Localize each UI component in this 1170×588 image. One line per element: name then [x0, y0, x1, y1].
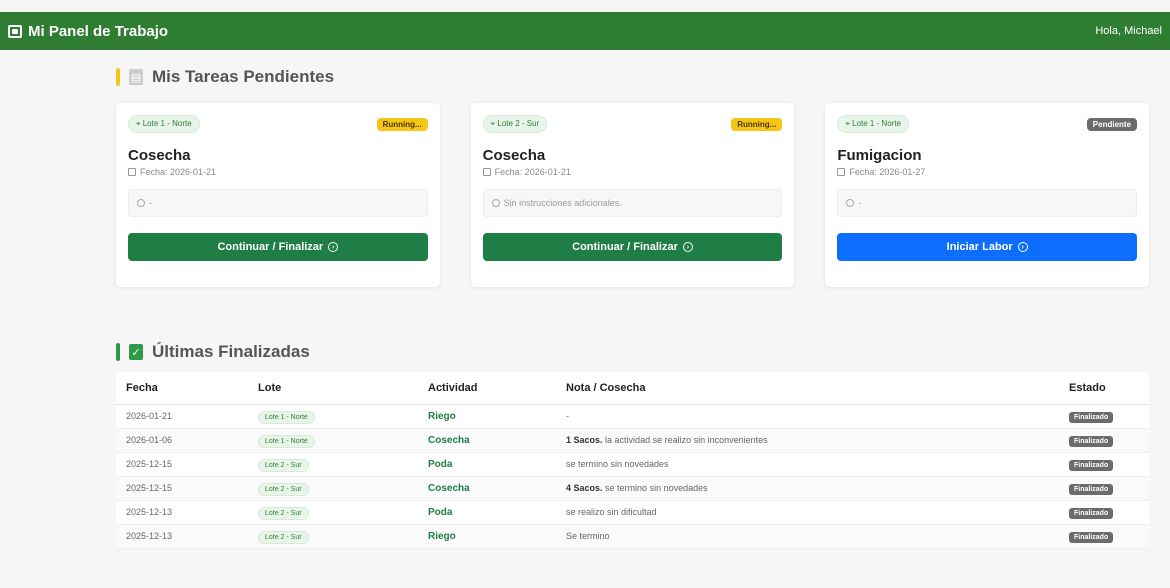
- task-card: ⌖ Lote 1 - Norte Pendiente Fumigacion Fe…: [825, 103, 1150, 287]
- task-date: Fecha: 2026-01-21: [482, 167, 783, 177]
- row-date: 2026-01-06: [116, 428, 248, 453]
- task-title: Cosecha: [482, 147, 546, 164]
- check-square-icon: ✓: [129, 344, 143, 360]
- table-row: 2025-12-15 Lote 2 - Sur Poda se termino …: [116, 452, 1149, 477]
- row-note: Se termino: [556, 524, 1059, 549]
- location-badge: ⌖ Lote 1 - Norte: [837, 115, 909, 133]
- table-row: 2025-12-13 Lote 2 - Sur Poda se realizo …: [116, 500, 1149, 525]
- row-date: 2026-01-21: [116, 404, 248, 429]
- task-note: Sin instrucciones adicionales.: [482, 189, 783, 217]
- lote-badge: Lote 2 - Sur: [258, 483, 309, 496]
- lote-badge: Lote 2 - Sur: [258, 459, 309, 472]
- table-row: 2026-01-21 Lote 1 - Norte Riego - Finali…: [116, 404, 1149, 429]
- task-title: Fumigacion: [837, 147, 922, 164]
- row-date: 2025-12-13: [116, 524, 248, 549]
- row-status: Finalizado: [1059, 404, 1149, 429]
- heading-accent-bar: [116, 68, 120, 86]
- table-header-row: Fecha Lote Actividad Nota / Cosecha Esta…: [116, 372, 1149, 405]
- arrow-circle-icon: ›: [328, 242, 339, 252]
- finished-badge: Finalizado: [1069, 460, 1114, 471]
- row-activity: Cosecha: [418, 476, 556, 501]
- brand[interactable]: Mi Panel de Trabajo: [8, 23, 168, 40]
- finished-badge: Finalizado: [1069, 484, 1114, 495]
- task-card: ⌖ Lote 1 - Norte Running... Cosecha Fech…: [116, 103, 440, 287]
- row-date: 2025-12-13: [116, 500, 248, 525]
- lote-badge: Lote 1 - Norte: [258, 435, 315, 448]
- row-activity: Poda: [418, 500, 556, 525]
- column-header-lote: Lote: [248, 372, 418, 405]
- lote-badge: Lote 2 - Sur: [258, 531, 309, 544]
- column-header-date: Fecha: [116, 372, 248, 405]
- location-badge: ⌖ Lote 1 - Norte: [128, 115, 200, 133]
- row-activity: Riego: [418, 524, 556, 549]
- location-badge: ⌖ Lote 2 - Sur: [482, 115, 548, 133]
- table-row: 2026-01-06 Lote 1 - Norte Cosecha 1 Saco…: [116, 428, 1149, 453]
- task-card: ⌖ Lote 2 - Sur Running... Cosecha Fecha:…: [470, 103, 795, 287]
- task-note: -: [837, 189, 1138, 217]
- row-activity: Riego: [418, 404, 556, 429]
- row-date: 2025-12-15: [116, 476, 248, 501]
- finished-badge: Finalizado: [1069, 436, 1114, 447]
- pending-tasks-cards: ⌖ Lote 1 - Norte Running... Cosecha Fech…: [116, 103, 1150, 287]
- row-lote: Lote 2 - Sur: [248, 500, 418, 525]
- arrow-circle-icon: ›: [682, 242, 693, 252]
- brand-title: Mi Panel de Trabajo: [28, 22, 169, 40]
- calendar-icon: [128, 168, 136, 176]
- info-icon: [137, 199, 145, 207]
- row-date: 2025-12-15: [116, 452, 248, 477]
- row-lote: Lote 1 - Norte: [248, 428, 418, 453]
- status-badge: Running...: [731, 117, 783, 131]
- status-badge: Pendiente: [1086, 117, 1138, 131]
- row-activity: Cosecha: [418, 428, 556, 453]
- column-header-status: Estado: [1059, 372, 1149, 405]
- id-card-icon: [8, 24, 22, 38]
- task-note: -: [128, 189, 428, 217]
- clipboard-icon: ▤: [129, 69, 143, 85]
- task-title: Cosecha: [128, 147, 191, 164]
- row-status: Finalizado: [1059, 428, 1149, 453]
- calendar-icon: [837, 168, 846, 176]
- finished-heading: ✓ Últimas Finalizadas: [116, 342, 310, 362]
- row-note: 1 Sacos. la actividad se realizo sin inc…: [556, 428, 1059, 453]
- finished-badge: Finalizado: [1069, 532, 1114, 543]
- row-activity: Poda: [418, 452, 556, 477]
- finished-title: Últimas Finalizadas: [152, 342, 310, 361]
- lote-badge: Lote 1 - Norte: [258, 411, 315, 424]
- top-navbar: Mi Panel de Trabajo Hola, Michael: [0, 12, 1170, 50]
- heading-accent-bar: [116, 343, 120, 361]
- info-icon: [846, 199, 855, 207]
- task-date: Fecha: 2026-01-21: [128, 167, 428, 177]
- finished-badge: Finalizado: [1069, 412, 1114, 423]
- finished-table: Fecha Lote Actividad Nota / Cosecha Esta…: [116, 372, 1149, 549]
- pending-tasks-heading: ▤ Mis Tareas Pendientes: [116, 67, 334, 87]
- row-status: Finalizado: [1059, 500, 1149, 525]
- row-lote: Lote 1 - Norte: [248, 404, 418, 429]
- column-header-activity: Actividad: [418, 372, 556, 405]
- row-note: se termino sin novedades: [556, 452, 1059, 477]
- status-badge: Running...: [376, 117, 428, 131]
- lote-badge: Lote 2 - Sur: [258, 507, 309, 520]
- column-header-note: Nota / Cosecha: [556, 372, 1059, 405]
- row-status: Finalizado: [1059, 452, 1149, 477]
- continue-finish-button[interactable]: Continuar / Finalizar ›: [482, 233, 783, 261]
- row-status: Finalizado: [1059, 524, 1149, 549]
- table-row: 2025-12-13 Lote 2 - Sur Riego Se termino…: [116, 524, 1149, 549]
- row-note: 4 Sacos. se termino sin novedades: [556, 476, 1059, 501]
- row-lote: Lote 2 - Sur: [248, 452, 418, 477]
- row-note: se realizo sin dificultad: [556, 500, 1059, 525]
- task-date: Fecha: 2026-01-27: [837, 167, 1137, 177]
- calendar-icon: [482, 168, 491, 176]
- row-status: Finalizado: [1059, 476, 1149, 501]
- table-row: 2025-12-15 Lote 2 - Sur Cosecha 4 Sacos.…: [116, 476, 1149, 501]
- row-lote: Lote 2 - Sur: [248, 524, 418, 549]
- row-lote: Lote 2 - Sur: [248, 476, 418, 501]
- row-note: -: [556, 404, 1059, 429]
- user-greeting[interactable]: Hola, Michael: [1095, 25, 1162, 37]
- pending-tasks-title: Mis Tareas Pendientes: [152, 67, 335, 86]
- info-icon: [491, 199, 500, 207]
- arrow-circle-icon: ›: [1017, 242, 1028, 252]
- start-labor-button[interactable]: Iniciar Labor ›: [837, 233, 1138, 261]
- continue-finish-button[interactable]: Continuar / Finalizar ›: [128, 233, 428, 261]
- finished-badge: Finalizado: [1069, 508, 1114, 519]
